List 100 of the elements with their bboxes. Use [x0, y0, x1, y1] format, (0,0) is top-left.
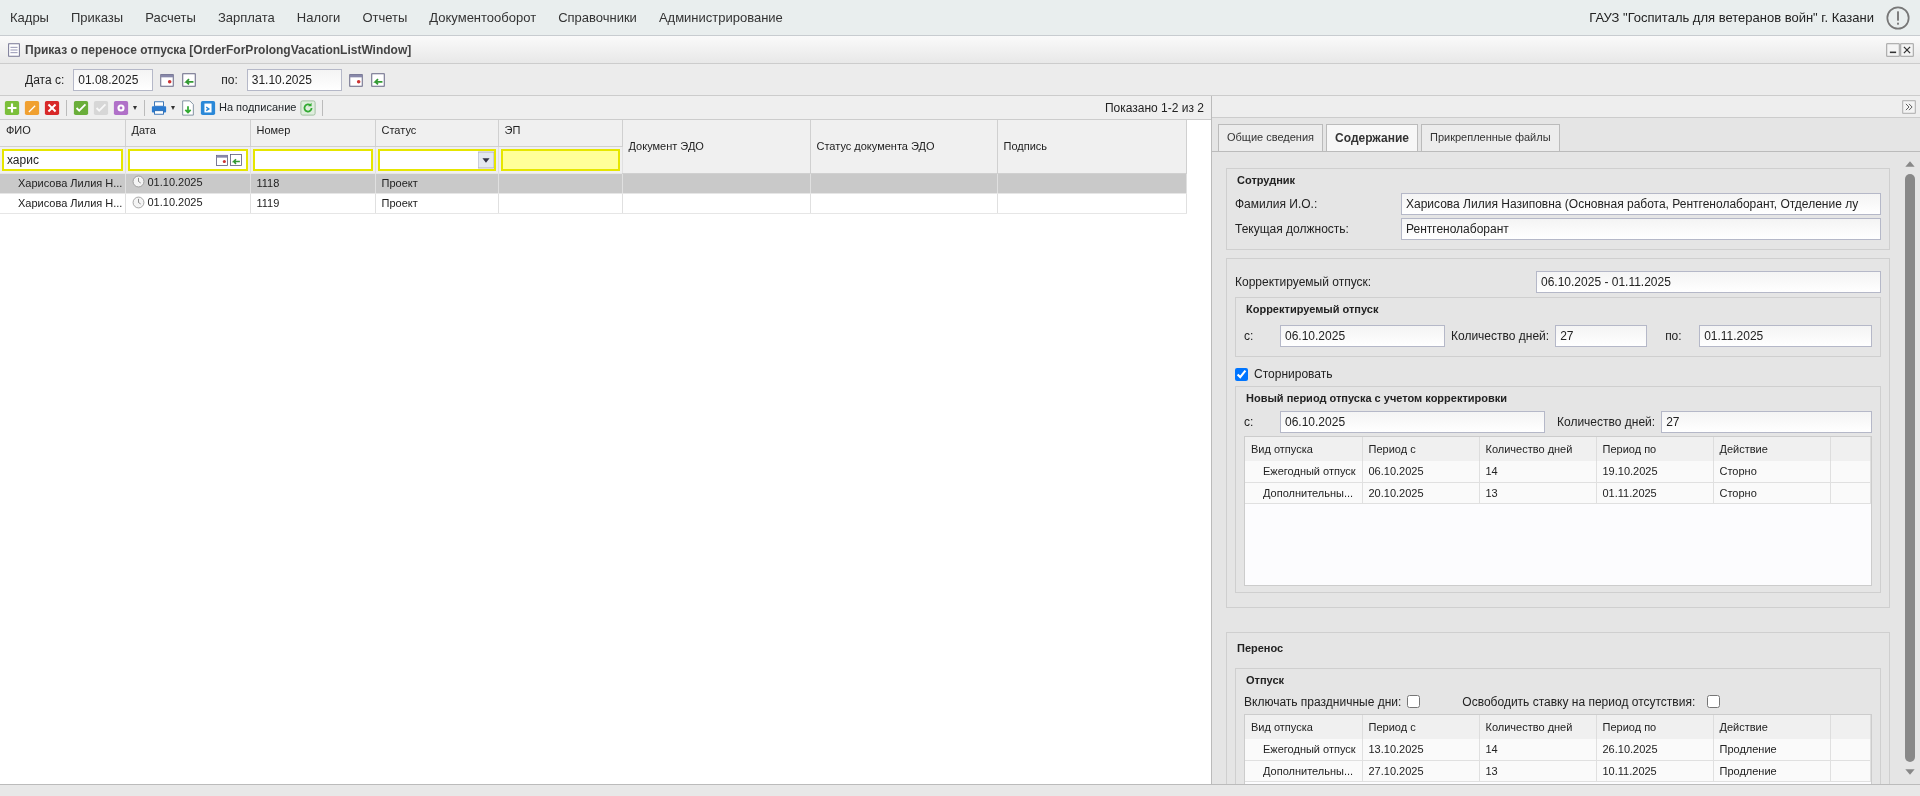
caret-icon[interactable] [477, 150, 494, 169]
column-header[interactable]: Период с [1362, 436, 1479, 461]
column-header[interactable]: Вид отпуска [1245, 714, 1362, 739]
field-label: по: [1665, 328, 1683, 345]
menu-item[interactable]: Кадры [10, 7, 49, 28]
text-field[interactable]: Рентгенолаборант [1401, 217, 1881, 240]
unapprove-icon [93, 99, 109, 116]
document-export-button[interactable] [180, 97, 196, 118]
date-cell: 01.10.2025 [125, 193, 250, 214]
field-label: с: [1244, 413, 1255, 431]
checkbox[interactable] [1407, 695, 1421, 708]
date-to-label: по: [221, 71, 238, 89]
column-header[interactable]: Период с [1362, 714, 1479, 739]
column-header[interactable]: Номер [250, 120, 375, 146]
date-from-label: Дата с: [25, 71, 65, 89]
caret-icon [132, 105, 138, 110]
document-export-icon [180, 99, 196, 116]
calendar-icon[interactable] [159, 71, 176, 88]
field-label: Количество дней: [1451, 328, 1550, 345]
field-label: Включать праздничные дни: [1244, 693, 1402, 711]
checkbox-label: Сторнировать [1254, 366, 1333, 383]
table-cell: Харисова Лилия Н... [0, 193, 125, 214]
clear-date-icon[interactable] [369, 71, 386, 88]
calendar-icon[interactable] [214, 152, 229, 167]
menu-item[interactable]: Зарплата [217, 7, 275, 28]
table-cell: Проект [375, 193, 498, 214]
date-to-field[interactable]: 31.10.2025 [246, 68, 342, 91]
column-header[interactable]: Вид отпуска [1245, 436, 1362, 461]
column-header[interactable]: Статус документа ЭДО [810, 120, 997, 173]
calendar-icon[interactable] [347, 71, 364, 88]
table-cell: Ежегодный отпуск [1245, 739, 1362, 760]
filter-field[interactable] [252, 148, 373, 171]
minimize-icon[interactable] [1886, 42, 1900, 57]
column-header[interactable]: Подпись [997, 120, 1186, 173]
date-from-field[interactable]: 01.08.2025 [73, 68, 154, 91]
menu-item[interactable]: Справочники [558, 7, 637, 28]
filter-field[interactable] [500, 148, 620, 171]
record-count: Показано 1-2 из 2 [1104, 99, 1204, 117]
field-label: Количество дней: [1557, 413, 1656, 431]
menu-item[interactable]: Администрирование [658, 7, 783, 28]
column-header[interactable]: Количество дней [1479, 436, 1596, 461]
tab[interactable]: Общие сведения [1218, 124, 1324, 151]
column-header[interactable]: Дата [125, 120, 250, 146]
expand-icon[interactable] [1902, 99, 1916, 114]
text-field[interactable]: Харисова Лилия Назиповна (Основная работа, Рентгенолаборант, Отделение лу [1401, 192, 1881, 215]
column-header[interactable]: ЭП [498, 120, 622, 146]
approve-icon [73, 99, 89, 116]
menu-item[interactable]: Расчеты [145, 7, 196, 28]
table-cell: 26.10.2025 [1596, 739, 1713, 760]
filter-field[interactable] [127, 148, 248, 171]
column-header[interactable]: ФИО [0, 120, 125, 146]
table-cell: 14 [1479, 461, 1596, 482]
menu-item[interactable]: Приказы [70, 7, 124, 28]
text-field[interactable]: 27 [1661, 410, 1872, 433]
menu-item[interactable]: Налоги [296, 7, 341, 28]
field-label: с: [1244, 328, 1255, 345]
column-header[interactable]: Документ ЭДО [622, 120, 810, 173]
clear-date-icon[interactable] [181, 71, 198, 88]
table-cell: Ежегодный отпуск [1245, 461, 1362, 482]
add-icon [4, 99, 20, 116]
menu-item[interactable]: Документооборот [429, 7, 537, 28]
column-header[interactable]: Статус [375, 120, 498, 146]
column-header[interactable]: Действие [1713, 714, 1830, 739]
document-icon [6, 41, 22, 58]
table-cell: 06.10.2025 [1362, 461, 1479, 482]
pencil-icon [24, 99, 40, 116]
refresh-icon [300, 99, 317, 116]
table-cell: Дополнительны... [1245, 482, 1362, 504]
field-label: Текущая должность: [1235, 220, 1350, 238]
table-cell: 13.10.2025 [1362, 739, 1479, 760]
checkbox[interactable] [1707, 695, 1721, 708]
sign-button[interactable]: На подписание [200, 97, 297, 118]
text-field[interactable]: 06.10.2025 [1280, 410, 1545, 433]
close-icon[interactable] [1900, 42, 1914, 57]
clear-date-icon[interactable] [228, 152, 243, 167]
gear-icon [113, 99, 129, 116]
tab[interactable]: Содержание [1326, 124, 1418, 151]
column-header[interactable]: Период по [1596, 714, 1713, 739]
caret-icon [170, 105, 176, 110]
filter-field[interactable]: харис [2, 148, 123, 171]
delete-icon [44, 99, 60, 116]
text-field[interactable]: 01.11.2025 [1699, 325, 1872, 347]
field-label: Освободить ставку на период отсутствия: [1462, 693, 1696, 711]
column-header[interactable]: Количество дней [1479, 714, 1596, 739]
column-header[interactable]: Период по [1596, 436, 1713, 461]
menu-item[interactable]: Отчеты [362, 7, 408, 28]
tab[interactable]: Прикрепленные файлы [1421, 124, 1560, 151]
text-field[interactable]: 06.10.2025 - 01.11.2025 [1536, 270, 1881, 293]
table-cell: 14 [1479, 739, 1596, 760]
table-cell: Сторно [1713, 461, 1830, 482]
text-field[interactable]: 27 [1555, 325, 1648, 347]
checkbox[interactable] [1235, 367, 1248, 381]
refresh-button[interactable] [300, 97, 317, 118]
alert-icon[interactable] [1886, 5, 1910, 30]
column-header[interactable]: Действие [1713, 436, 1830, 461]
table-cell: 1119 [250, 193, 375, 214]
table-cell: Продление [1713, 739, 1830, 760]
table-cell: Дополнительны... [1245, 760, 1362, 782]
table-cell: Харисова Лилия Н... [0, 173, 125, 194]
text-field[interactable]: 06.10.2025 [1280, 325, 1445, 347]
